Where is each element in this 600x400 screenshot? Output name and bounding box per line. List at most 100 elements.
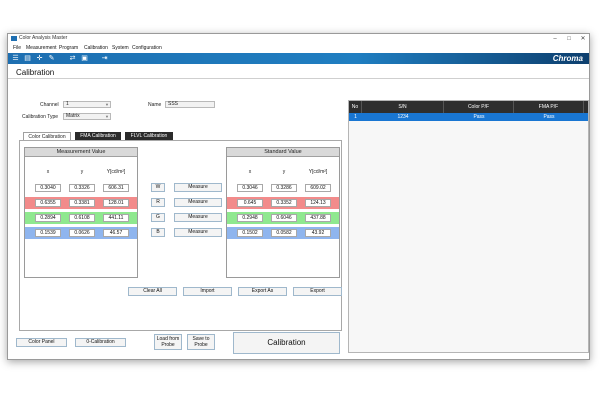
menu-measurement[interactable]: Measurement [26,45,57,51]
window-title: Color Analysis Master [19,35,68,41]
page-title: Calibration [16,68,55,77]
tab-color-calibration[interactable]: Color Calibration [23,132,71,140]
grid-header-sn[interactable]: S/N [362,101,444,113]
toolbar: ☰ ▤ ✛ ✎ ⇄ ▣ ⇥ Chroma [8,53,589,64]
measurement-header-x: x [46,169,50,175]
connect-icon[interactable]: ⇄ [68,54,77,63]
title-bar: Color Analysis Master – □ ✕ [8,34,589,44]
list-icon[interactable]: ☰ [11,54,20,63]
save-icon[interactable]: ▣ [80,54,89,63]
measurement-x-b: 0.1539 [35,229,61,237]
measure-r-button[interactable]: Measure [174,198,222,207]
page-header: Calibration [8,66,589,79]
standard-row-r: 0.645 0.3352 124.13 [227,197,339,209]
load-from-probe-button[interactable]: Load from Probe [154,334,182,350]
standard-lum-w[interactable]: 609.02 [305,184,331,192]
zero-calibration-button[interactable]: 0-Calibration [75,338,126,347]
menu-file[interactable]: File [13,45,21,51]
menu-system[interactable]: System [112,45,129,51]
calibration-type-label: Calibration Type [22,114,59,120]
tab-fma-calibration[interactable]: FMA Calibration [75,132,121,140]
standard-x-w[interactable]: 0.3046 [237,184,263,192]
measurement-row-b: 0.1539 0.0626 46.57 [25,227,137,239]
measurement-y-r: 0.3381 [69,199,95,207]
standard-row-g: 0.2948 0.6046 437.88 [227,212,339,224]
measurement-x-r: 0.6355 [35,199,61,207]
measurement-value-group: Measurement Value x y Y[cd/m²] 0.3040 0.… [24,147,138,278]
measurement-header-y: y [80,169,84,175]
crosshair-icon[interactable]: ✛ [35,54,44,63]
probe-icon[interactable]: ✎ [47,54,56,63]
standard-x-b[interactable]: 0.1502 [237,229,263,237]
measure-g-button[interactable]: Measure [174,213,222,222]
menu-program[interactable]: Program [59,45,78,51]
calibration-button[interactable]: Calibration [233,332,340,354]
measure-w-button[interactable]: Measure [174,183,222,192]
standard-y-r[interactable]: 0.3352 [271,199,297,207]
export-button[interactable]: Export [293,287,342,296]
minimize-button[interactable]: – [548,34,562,44]
menu-bar: File Measurement Program Calibration Sys… [8,44,589,53]
grid-header-color-pf[interactable]: Color P/F [444,101,514,113]
export-as-button[interactable]: Export As [238,287,287,296]
color-panel-button[interactable]: Color Panel [16,338,67,347]
name-input[interactable]: SSS [165,101,215,108]
measurement-row-r: 0.6355 0.3381 128.01 [25,197,137,209]
chevron-down-icon: ▼ [105,102,109,107]
calibration-type-select[interactable]: Matrix ▼ [63,113,111,120]
name-value: SSS [168,101,179,107]
channel-g-button[interactable]: G [151,213,165,222]
exit-icon[interactable]: ⇥ [100,54,109,63]
measure-b-button[interactable]: Measure [174,228,222,237]
standard-lum-b[interactable]: 43.92 [305,229,331,237]
menu-calibration[interactable]: Calibration [84,45,108,51]
standard-value-title: Standard Value [227,148,339,157]
save-to-probe-button[interactable]: Save to Probe [187,334,215,350]
standard-x-r[interactable]: 0.645 [237,199,263,207]
standard-lum-g[interactable]: 437.88 [305,214,331,222]
measurement-lum-g: 441.11 [103,214,129,222]
channel-value: 1 [66,101,69,107]
standard-row-b: 0.1502 0.0582 43.92 [227,227,339,239]
grid-header: No S/N Color P/F FMA P/F [349,101,588,113]
app-window: Color Analysis Master – □ ✕ File Measure… [7,33,590,360]
import-button[interactable]: Import [183,287,232,296]
grid-cell-sn: 1234 [397,114,409,120]
close-button[interactable]: ✕ [576,34,590,44]
maximize-button[interactable]: □ [562,34,576,44]
menu-configuration[interactable]: Configuration [132,45,162,51]
channel-b-button[interactable]: B [151,228,165,237]
document-icon[interactable]: ▤ [23,54,32,63]
grid-header-fma-pf[interactable]: FMA P/F [514,101,584,113]
standard-header-y: y [282,169,286,175]
standard-y-g[interactable]: 0.6046 [271,214,297,222]
color-calibration-panel: Measurement Value x y Y[cd/m²] 0.3040 0.… [19,140,342,331]
standard-y-w[interactable]: 0.3286 [271,184,297,192]
chevron-down-icon: ▼ [105,114,109,119]
channel-select[interactable]: 1 ▼ [63,101,111,108]
measurement-y-b: 0.0626 [69,229,95,237]
tab-flvl-calibration[interactable]: FLVL Calibration [125,132,173,140]
measurement-y-g: 0.6108 [69,214,95,222]
brand-logo: Chroma [552,54,583,63]
grid-cell-no: 1 [354,114,357,120]
grid-cell-color-pf: Pass [473,114,485,120]
measurement-x-w: 0.3040 [35,184,61,192]
standard-header-x: x [248,169,252,175]
standard-lum-r[interactable]: 124.13 [305,199,331,207]
channel-label: Channel [40,102,59,108]
measurement-value-title: Measurement Value [25,148,137,157]
app-icon [11,36,17,41]
grid-header-no[interactable]: No [349,101,362,113]
measurement-lum-r: 128.01 [103,199,129,207]
channel-r-button[interactable]: R [151,198,165,207]
measurement-row-w: 0.3040 0.3326 606.31 [25,182,137,194]
result-grid: No S/N Color P/F FMA P/F 1 1234 Pass Pas… [348,100,589,353]
standard-header-luminance: Y[cd/m²] [308,169,328,175]
table-row[interactable]: 1 1234 Pass Pass [349,113,588,121]
standard-x-g[interactable]: 0.2948 [237,214,263,222]
clear-all-button[interactable]: Clear All [128,287,177,296]
standard-y-b[interactable]: 0.0582 [271,229,297,237]
channel-w-button[interactable]: W [151,183,165,192]
grid-cell-fma-pf: Pass [543,114,555,120]
